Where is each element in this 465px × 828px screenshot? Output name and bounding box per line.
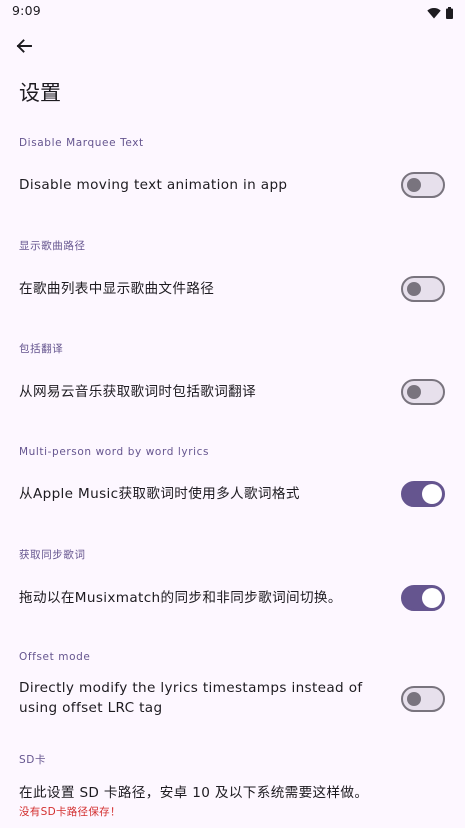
section-header-offset-mode: Offset mode (19, 651, 91, 663)
multi-person-lyrics-switch[interactable] (401, 481, 445, 507)
switch-thumb (407, 178, 421, 192)
section-header-disable-marquee: Disable Marquee Text (19, 137, 144, 149)
setting-text: 在此设置 SD 卡路径，安卓 10 及以下系统需要这样做。 (19, 785, 369, 801)
show-song-path-switch[interactable] (401, 276, 445, 302)
status-icons (427, 4, 453, 23)
sync-lyrics-switch[interactable] (401, 585, 445, 611)
section-header-sync-lyrics: 获取同步歌词 (19, 549, 86, 561)
setting-row-show-song-path[interactable]: 在歌曲列表中显示歌曲文件路径 (0, 266, 465, 312)
switch-thumb (407, 692, 421, 706)
setting-text: 从Apple Music获取歌词时使用多人歌词格式 (19, 486, 300, 502)
back-button[interactable] (10, 34, 38, 62)
setting-row-include-translation[interactable]: 从网易云音乐获取歌词时包括歌词翻译 (0, 369, 465, 415)
setting-row-offset-mode[interactable]: Directly modify the lyrics timestamps in… (0, 674, 465, 724)
switch-thumb (422, 484, 442, 504)
section-header-show-song-path: 显示歌曲路径 (19, 240, 86, 252)
sd-card-warning: 没有SD卡路径保存！ (19, 806, 121, 818)
switch-thumb (407, 282, 421, 296)
switch-thumb (407, 385, 421, 399)
setting-text: Directly modify the lyrics timestamps in… (19, 680, 363, 716)
include-translation-switch[interactable] (401, 379, 445, 405)
page-title: 设置 (19, 81, 61, 105)
setting-row-disable-marquee[interactable]: Disable moving text animation in app (0, 162, 465, 208)
offset-mode-switch[interactable] (401, 686, 445, 712)
wifi-icon (427, 4, 441, 23)
disable-marquee-switch[interactable] (401, 172, 445, 198)
section-header-include-translation: 包括翻译 (19, 343, 64, 355)
setting-text: Disable moving text animation in app (19, 177, 288, 193)
setting-row-sd-card[interactable]: 在此设置 SD 卡路径，安卓 10 及以下系统需要这样做。 没有SD卡路径保存！ (0, 780, 465, 824)
setting-text: 在歌曲列表中显示歌曲文件路径 (19, 281, 215, 297)
section-header-multi-person-lyrics: Multi-person word by word lyrics (19, 446, 210, 458)
setting-text: 从网易云音乐获取歌词时包括歌词翻译 (19, 384, 257, 400)
status-bar: 9:09 (0, 0, 465, 24)
setting-row-sync-lyrics[interactable]: 拖动以在Musixmatch的同步和非同步歌词间切换。 (0, 575, 465, 621)
setting-text: 拖动以在Musixmatch的同步和非同步歌词间切换。 (19, 590, 342, 606)
setting-row-multi-person-lyrics[interactable]: 从Apple Music获取歌词时使用多人歌词格式 (0, 471, 465, 517)
battery-icon (446, 4, 453, 23)
arrow-back-icon (15, 37, 33, 59)
switch-thumb (422, 588, 442, 608)
status-time: 9:09 (12, 3, 41, 18)
section-header-sd-card: SD卡 (19, 754, 47, 766)
